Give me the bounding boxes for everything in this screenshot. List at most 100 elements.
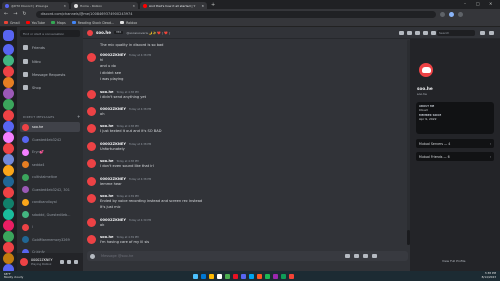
url-field[interactable]: discord.com/channels/@me/100846937490024…: [35, 10, 436, 18]
server-icon[interactable]: [3, 253, 14, 264]
discord-home-icon[interactable]: [3, 30, 14, 41]
browser-tab[interactable]: Home - Roblox ✕: [71, 2, 138, 9]
system-clock[interactable]: 3:38 PM 8/14/2023: [482, 271, 496, 279]
message-input[interactable]: [101, 254, 341, 258]
new-tab-button[interactable]: +: [211, 2, 215, 9]
avatar[interactable]: [87, 124, 96, 134]
server-icon[interactable]: [3, 88, 14, 99]
browser-tab[interactable]: And that's how it all started | Y ✕: [140, 2, 207, 9]
server-icon[interactable]: [3, 198, 14, 209]
voice-call-icon[interactable]: [399, 31, 404, 35]
server-icon[interactable]: [3, 242, 14, 253]
taskbar-app-icon[interactable]: [209, 273, 215, 279]
server-icon[interactable]: [3, 55, 14, 66]
taskbar-app-icon[interactable]: [233, 273, 239, 279]
dm-item[interactable]: Guested4eb3242: [20, 135, 80, 145]
chat-search[interactable]: Search: [437, 30, 475, 36]
close-tab-icon[interactable]: ✕: [63, 4, 66, 8]
server-icon[interactable]: [3, 143, 14, 154]
close-tab-icon[interactable]: ✕: [201, 4, 204, 8]
server-icon[interactable]: [3, 77, 14, 88]
avatar[interactable]: [87, 159, 96, 169]
server-icon[interactable]: [3, 209, 14, 220]
avatar[interactable]: [20, 258, 28, 266]
server-icon[interactable]: [3, 231, 14, 242]
gif-icon[interactable]: [354, 254, 359, 258]
reload-icon[interactable]: ↻: [22, 11, 26, 17]
server-icon[interactable]: [3, 121, 14, 132]
profile-avatar[interactable]: [417, 61, 435, 79]
headphones-icon[interactable]: [67, 260, 72, 264]
dm-item[interactable]: sedda4: [20, 160, 80, 170]
avatar[interactable]: [87, 53, 96, 62]
recipient-name[interactable]: soo.he: [96, 30, 111, 35]
emoji-icon[interactable]: [372, 254, 377, 258]
message-author[interactable]: soo.he: [100, 90, 113, 94]
server-icon[interactable]: [3, 132, 14, 143]
taskbar-app-icon[interactable]: [241, 273, 247, 279]
taskbar-app-icon[interactable]: [225, 273, 231, 279]
server-icon[interactable]: [3, 99, 14, 110]
message-author[interactable]: 00002ZKNEY: [100, 53, 126, 57]
attach-plus-icon[interactable]: [90, 253, 95, 259]
taskbar-app-icon[interactable]: [249, 273, 255, 279]
video-call-icon[interactable]: [407, 31, 412, 35]
dm-item[interactable]: l: [20, 222, 80, 232]
inbox-icon[interactable]: [480, 31, 485, 35]
weather-widget[interactable]: 68°F Mostly cloudy: [4, 273, 23, 279]
mutual-servers[interactable]: Mutual Servers — 4 ›: [416, 139, 494, 148]
nav-message-requests[interactable]: Message Requests: [20, 70, 80, 79]
server-icon[interactable]: [3, 187, 14, 198]
minimize-icon[interactable]: –: [464, 1, 466, 6]
avatar[interactable]: [87, 176, 96, 186]
profile-icon[interactable]: [448, 11, 454, 17]
forward-icon[interactable]: →: [13, 11, 17, 17]
dm-item[interactable]: candbandloyal: [20, 197, 80, 207]
bookmark-item[interactable]: Gmail: [4, 21, 20, 25]
server-icon[interactable]: [3, 154, 14, 165]
avatar[interactable]: [87, 89, 96, 99]
nav-friends[interactable]: Friends: [20, 43, 80, 52]
maximize-icon[interactable]: □: [476, 1, 480, 6]
gift-icon[interactable]: [345, 254, 350, 258]
conversation-search[interactable]: Find or start a conversation: [20, 30, 80, 37]
add-friend-icon[interactable]: [423, 31, 428, 35]
avatar[interactable]: [87, 141, 96, 151]
taskbar-app-icon[interactable]: [257, 273, 263, 279]
message-author[interactable]: 00002ZKNEY: [100, 177, 126, 181]
taskbar-app-icon[interactable]: [289, 273, 295, 279]
taskbar-app-icon[interactable]: [265, 273, 271, 279]
server-icon[interactable]: [3, 44, 14, 55]
bookmark-item[interactable]: Reading Stock Dead...: [71, 21, 114, 25]
bookmark-item[interactable]: Maps: [51, 21, 66, 25]
avatar[interactable]: [87, 107, 96, 116]
profile-toggle-icon[interactable]: [431, 31, 436, 35]
server-icon[interactable]: [3, 220, 14, 231]
server-icon[interactable]: [3, 165, 14, 176]
taskbar-app-icon[interactable]: [281, 273, 287, 279]
settings-gear-icon[interactable]: [74, 260, 79, 264]
sticker-icon[interactable]: [363, 254, 368, 258]
mic-icon[interactable]: [60, 260, 65, 264]
extension-icon[interactable]: [439, 11, 445, 17]
browser-tab[interactable]: @DTX Discord | #lounge ✕: [2, 2, 69, 9]
dm-item[interactable]: sdaddd, Guested4eb...: [20, 210, 80, 220]
dm-item[interactable]: Eryn💕: [20, 147, 80, 157]
view-full-profile-link[interactable]: View Full Profile: [442, 259, 465, 263]
windows-start-icon[interactable]: [193, 273, 199, 279]
help-icon[interactable]: [489, 31, 494, 35]
create-dm-icon[interactable]: +: [77, 114, 80, 119]
mutual-friends[interactable]: Mutual Friends — 6 ›: [416, 152, 494, 161]
message-author[interactable]: soo.he: [100, 159, 113, 163]
close-window-icon[interactable]: ✕: [489, 1, 492, 6]
taskbar-app-icon[interactable]: [201, 273, 207, 279]
avatar[interactable]: [87, 194, 96, 203]
dm-item[interactable]: GoldManmemory3269: [20, 235, 80, 245]
back-icon[interactable]: ←: [4, 11, 8, 17]
message-author[interactable]: soo.he: [100, 235, 113, 239]
dm-item[interactable]: soo.he: [20, 122, 80, 132]
message-author[interactable]: soo.he: [100, 194, 113, 198]
close-tab-icon[interactable]: ✕: [132, 4, 135, 8]
bookmark-item[interactable]: Roblox: [120, 21, 137, 25]
message-author[interactable]: 00002ZKNEY: [100, 218, 126, 222]
